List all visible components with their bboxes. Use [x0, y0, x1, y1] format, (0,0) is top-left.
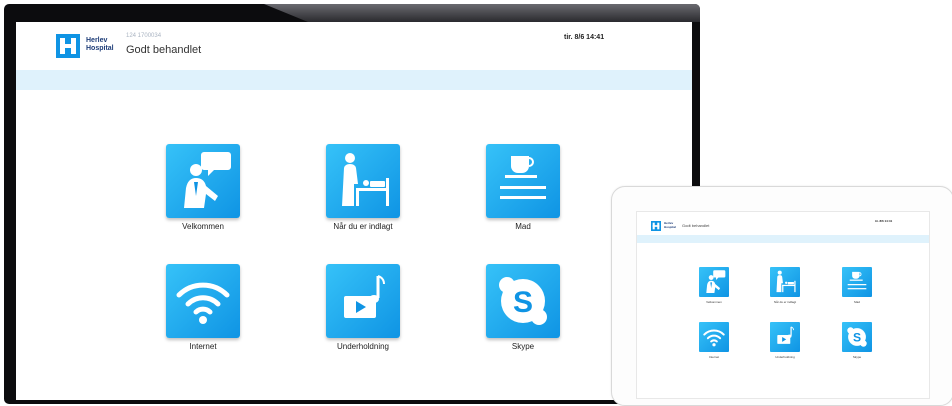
tablet-screen: Herlev Hospital Godt behandlet tir. 8/6 …	[636, 211, 930, 399]
app-header: Herlev Hospital 124 1700034 Godt behandl…	[16, 22, 692, 68]
tile-underholdning-label: Underholdning	[336, 342, 390, 351]
monitor-gloss	[264, 4, 700, 22]
tablet-datetime: tir. 8/6 14:41	[875, 219, 893, 223]
tablet-doctor-speech-icon	[699, 267, 729, 297]
app-subtitle: 124 1700034	[126, 33, 162, 39]
tablet-tile-mad-label: Mad	[854, 300, 860, 304]
tablet-tile-naar-du-er-indlagt[interactable]	[770, 267, 800, 297]
tile-internet-label: Internet	[189, 342, 217, 351]
tablet-frame: Herlev Hospital Godt behandlet tir. 8/6 …	[611, 186, 952, 406]
food-cup-icon	[486, 144, 560, 218]
tablet-skype-icon	[842, 322, 872, 352]
doctor-speech-icon	[166, 144, 240, 218]
video-music-icon	[326, 264, 400, 338]
tile-internet[interactable]	[166, 264, 240, 338]
tablet-tile-naar-du-er-indlagt-label: Når du er indlagt	[773, 300, 797, 304]
tile-velkommen-label: Velkommen	[182, 222, 224, 231]
hospital-name-line1: Herlev	[86, 37, 108, 44]
tile-velkommen[interactable]	[166, 144, 240, 218]
tile-naar-du-er-indlagt[interactable]	[326, 144, 400, 218]
tablet-app-title: Godt behandlet	[682, 223, 710, 228]
tablet-tile-internet[interactable]	[699, 322, 729, 352]
tablet-tile-skype-label: Skype	[852, 355, 862, 359]
tablet-wifi-icon	[699, 322, 729, 352]
tile-skype-label: Skype	[511, 342, 535, 351]
tablet-tile-skype[interactable]	[842, 322, 872, 352]
tablet-food-cup-icon	[842, 267, 872, 297]
tablet-header-strip	[637, 235, 929, 243]
tablet-hospital-name-line2: Hospital	[664, 225, 676, 229]
tablet-tile-underholdning[interactable]	[770, 322, 800, 352]
app-title: Godt behandlet	[126, 44, 202, 56]
patient-bed-icon	[326, 144, 400, 218]
tablet-tile-mad[interactable]	[842, 267, 872, 297]
tile-naar-du-er-indlagt-label: Når du er indlagt	[333, 222, 393, 231]
header-strip	[16, 70, 692, 90]
hospital-name-line2: Hospital	[86, 45, 114, 52]
tablet-tile-underholdning-label: Underholdning	[775, 355, 795, 359]
tablet-tile-velkommen-label: Velkommen	[706, 300, 722, 304]
tablet-hospital-name: Herlev Hospital	[664, 221, 676, 229]
tablet-video-music-icon	[770, 322, 800, 352]
tablet-tile-velkommen[interactable]	[699, 267, 729, 297]
hospital-name: Herlev Hospital	[86, 37, 114, 53]
hospital-logo-icon	[56, 34, 80, 58]
tablet-hospital-logo-icon	[651, 221, 661, 231]
tile-underholdning[interactable]	[326, 264, 400, 338]
datetime: tir. 8/6 14:41	[564, 34, 605, 41]
tablet-tile-internet-label: Internet	[708, 355, 720, 359]
wifi-icon	[166, 264, 240, 338]
skype-icon	[486, 264, 560, 338]
monitor-frame: Herlev Hospital 124 1700034 Godt behandl…	[4, 4, 700, 404]
tile-mad-label: Mad	[515, 222, 531, 231]
monitor-screen: Herlev Hospital 124 1700034 Godt behandl…	[16, 22, 692, 400]
tile-skype[interactable]	[486, 264, 560, 338]
tablet-patient-bed-icon	[770, 267, 800, 297]
tile-mad[interactable]	[486, 144, 560, 218]
